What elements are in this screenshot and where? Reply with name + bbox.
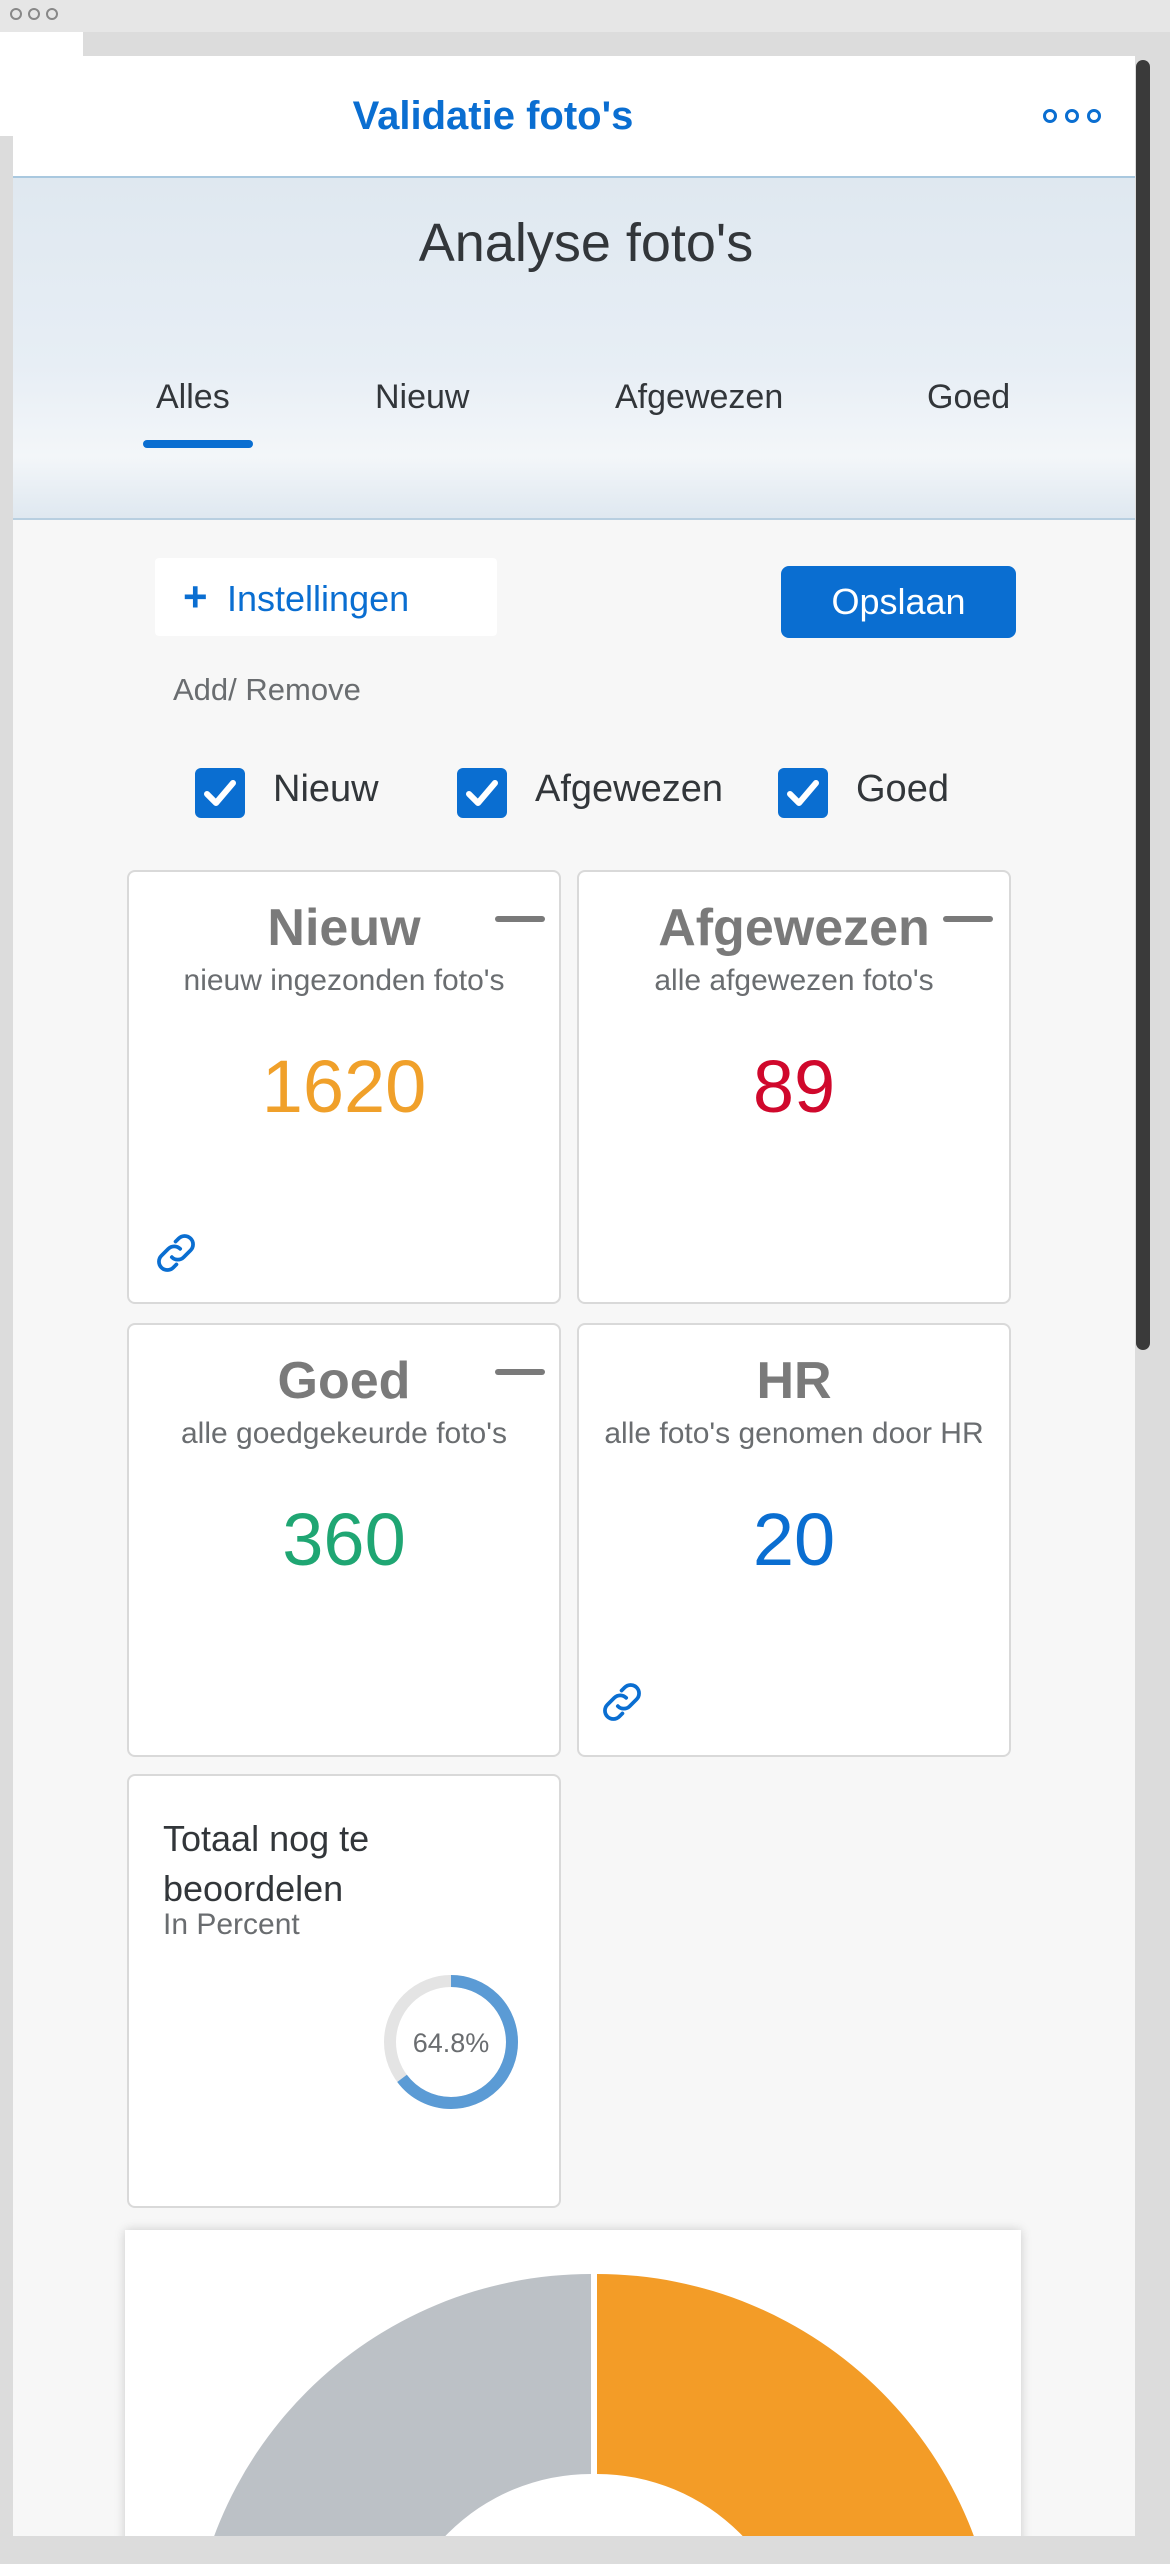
minus-icon[interactable] <box>495 916 545 922</box>
checkbox-afgewezen[interactable] <box>457 768 507 818</box>
checkbox-goed[interactable] <box>778 768 828 818</box>
tile-nieuw[interactable]: Nieuw nieuw ingezonden foto's 1620 <box>127 870 561 1304</box>
tile-percent[interactable]: Totaal nog te beoordelen In Percent 64.8… <box>127 1774 561 2208</box>
app-title: Validatie foto's <box>352 94 634 138</box>
tile-subtitle: alle afgewezen foto's <box>654 964 934 997</box>
minus-icon[interactable] <box>495 1369 545 1375</box>
tab-selected-indicator <box>143 440 253 448</box>
more-dot-icon <box>1043 109 1057 123</box>
tile-value: 89 <box>752 1045 836 1128</box>
tile-title: HR <box>756 1352 832 1410</box>
tile-title: Nieuw <box>267 899 421 957</box>
tab-nieuw[interactable]: Nieuw <box>375 378 469 417</box>
donut-segment-grey[interactable] <box>189 2274 591 2536</box>
more-dot-icon <box>1087 109 1101 123</box>
tile-subtitle: alle foto's genomen door HR <box>604 1417 984 1450</box>
checkbox-label-goed: Goed <box>856 768 949 810</box>
progress-ring-label: 64.8% <box>413 2028 490 2058</box>
link-icon[interactable] <box>597 1677 647 1727</box>
page-title: Analyse foto's <box>418 213 754 273</box>
settings-button[interactable]: + Instellingen <box>155 558 497 636</box>
checkmark-icon <box>466 780 498 806</box>
window-close-dot[interactable] <box>10 8 22 20</box>
donut-segment-orange[interactable] <box>597 2274 999 2536</box>
tab-afgewezen[interactable]: Afgewezen <box>615 378 783 417</box>
tile-value: 20 <box>752 1498 836 1581</box>
checkbox-label-nieuw: Nieuw <box>273 768 379 810</box>
tile-value: 1620 <box>261 1045 427 1128</box>
settings-button-label: Instellingen <box>227 578 410 619</box>
checkmark-icon <box>787 780 819 806</box>
tab-alles[interactable]: Alles <box>156 378 230 417</box>
window-zoom-dot[interactable] <box>46 8 58 20</box>
checkbox-label-afgewezen: Afgewezen <box>535 768 724 810</box>
tile-afgewezen[interactable]: Afgewezen alle afgewezen foto's 89 <box>577 870 1011 1304</box>
object-page-header: Analyse foto's Alles Nieuw Afgewezen Goe… <box>13 178 1135 520</box>
scrollbar[interactable] <box>1136 60 1150 1350</box>
tile-subtitle: In Percent <box>163 1908 300 1941</box>
tile-title: Totaal nog te beoordelen <box>163 1818 370 1909</box>
checkbox-nieuw[interactable] <box>195 768 245 818</box>
app-frame: Validatie foto's Analyse foto's Alles Ni… <box>13 56 1135 2536</box>
tile-hr[interactable]: HR alle foto's genomen door HR 20 <box>577 1323 1011 1757</box>
tab-goed[interactable]: Goed <box>927 378 1010 417</box>
add-remove-label: Add/ Remove <box>173 672 361 707</box>
minus-icon[interactable] <box>943 916 993 922</box>
tile-goed[interactable]: Goed alle goedgekeurde foto's 360 <box>127 1323 561 1757</box>
tile-value: 360 <box>282 1498 406 1581</box>
distribution-donut-chart[interactable] <box>125 2230 1021 2536</box>
distribution-donut-svg <box>189 2274 999 2536</box>
app-header: Validatie foto's <box>13 56 1135 178</box>
save-button[interactable]: Opslaan <box>781 566 1016 638</box>
checkmark-icon <box>204 780 236 806</box>
window-title-bar <box>0 0 1170 32</box>
tile-subtitle: alle goedgekeurde foto's <box>181 1417 507 1450</box>
window-minimize-dot[interactable] <box>28 8 40 20</box>
more-options-button[interactable] <box>1043 106 1103 126</box>
progress-ring: 64.8% <box>384 1975 518 2109</box>
tile-title: Goed <box>277 1352 411 1410</box>
tile-subtitle: nieuw ingezonden foto's <box>183 964 505 997</box>
link-icon[interactable] <box>151 1228 201 1278</box>
plus-icon: + <box>183 573 208 620</box>
tile-title: Afgewezen <box>658 899 930 957</box>
more-dot-icon <box>1065 109 1079 123</box>
